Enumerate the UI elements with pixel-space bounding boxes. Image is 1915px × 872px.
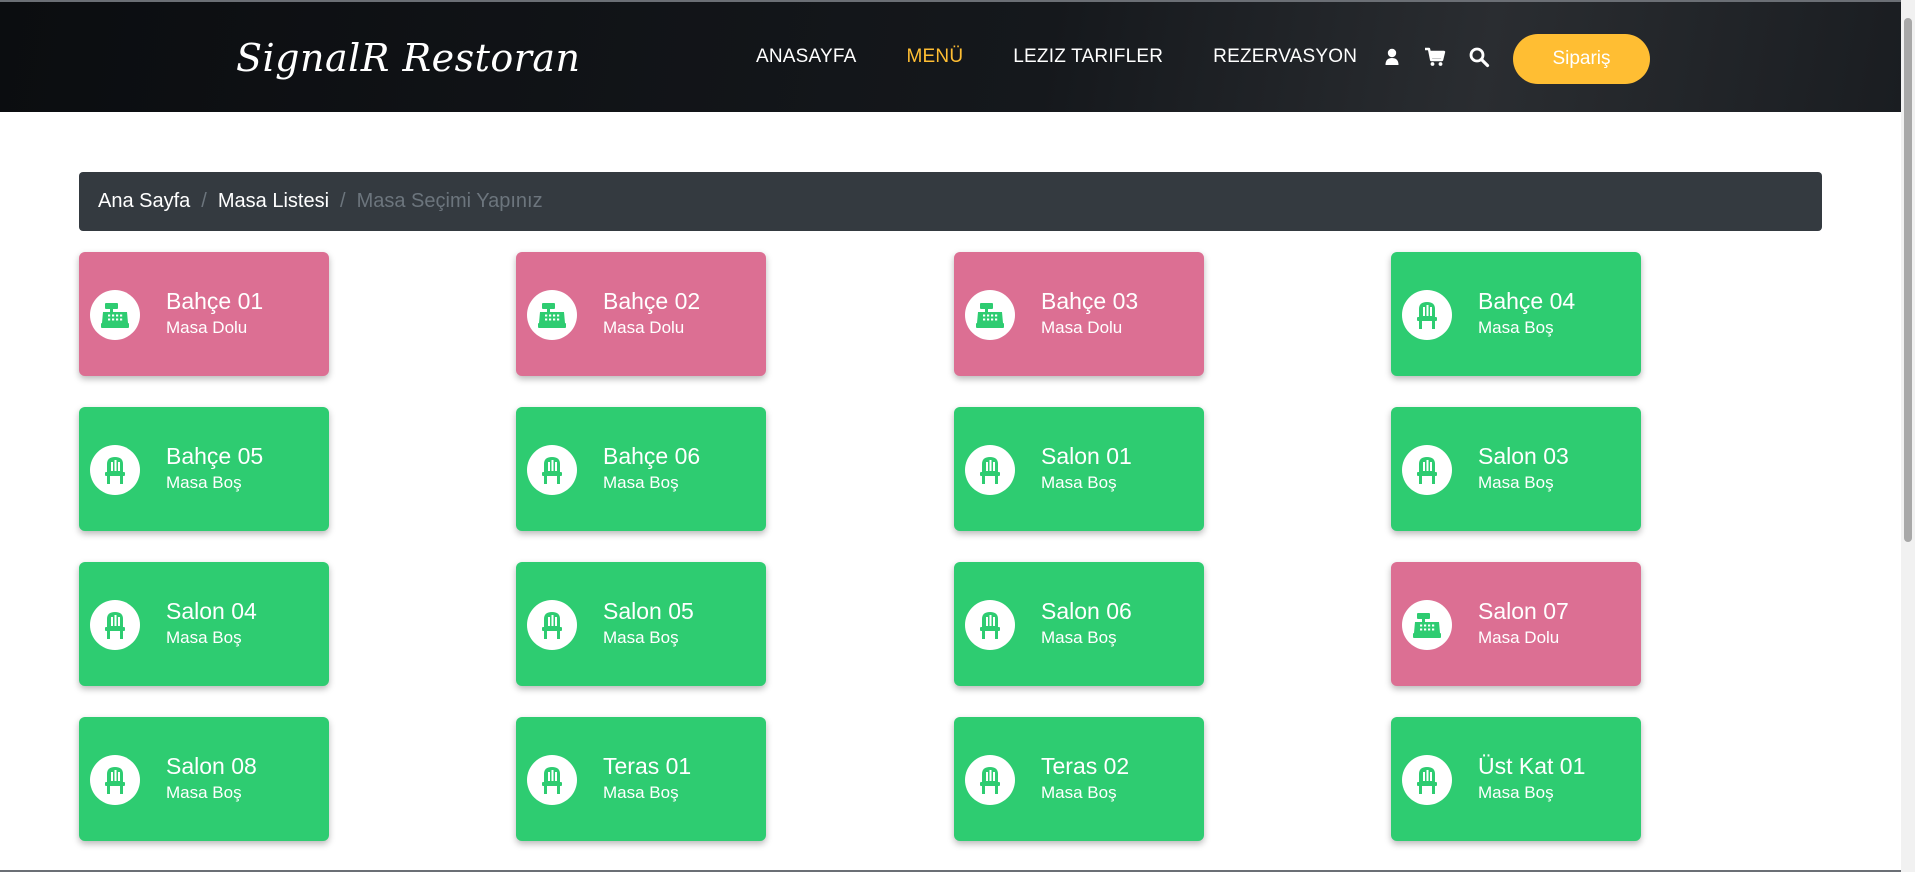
- table-status: Masa Boş: [603, 473, 679, 492]
- table-name: Salon 01: [1041, 443, 1132, 469]
- table-card[interactable]: Salon 07 Masa Dolu: [1391, 562, 1641, 686]
- breadcrumb-current: Masa Seçimi Yapınız: [356, 190, 543, 212]
- brand-logo[interactable]: SignalR Restoran: [236, 36, 581, 80]
- nav-link-rezervasyon[interactable]: REZERVASYON: [1213, 46, 1357, 68]
- table-name: Bahçe 01: [166, 288, 264, 314]
- table-name: Teras 02: [1041, 753, 1130, 779]
- table-name: Bahçe 05: [166, 443, 264, 469]
- table-name: Bahçe 02: [603, 288, 701, 314]
- table-name: Üst Kat 01: [1478, 753, 1586, 779]
- top-navbar: SignalR Restoran ANASAYFA MENÜ LEZIZ TAR…: [0, 0, 1901, 112]
- chair-icon: [965, 445, 1015, 495]
- table-status: Masa Dolu: [166, 318, 248, 337]
- search-icon[interactable]: [1468, 46, 1490, 68]
- table-name: Bahçe 03: [1041, 288, 1139, 314]
- chair-icon: [527, 445, 577, 495]
- table-status: Masa Boş: [603, 783, 679, 802]
- table-status: Masa Boş: [166, 628, 242, 647]
- cash-register-icon: [527, 290, 577, 340]
- table-card[interactable]: Bahçe 02 Masa Dolu: [516, 252, 766, 376]
- chair-icon: [90, 600, 140, 650]
- chair-icon: [965, 755, 1015, 805]
- nav-link-menu[interactable]: MENÜ: [907, 46, 964, 68]
- breadcrumb-separator: /: [201, 190, 207, 212]
- chair-icon: [527, 755, 577, 805]
- table-name: Teras 01: [603, 753, 692, 779]
- table-card[interactable]: Bahçe 01 Masa Dolu: [79, 252, 329, 376]
- user-icon[interactable]: [1381, 46, 1403, 68]
- chair-icon: [90, 755, 140, 805]
- table-card[interactable]: Salon 05 Masa Boş: [516, 562, 766, 686]
- breadcrumb-home[interactable]: Ana Sayfa: [98, 190, 190, 213]
- table-status: Masa Boş: [166, 783, 242, 802]
- table-status: Masa Boş: [1041, 473, 1117, 492]
- table-status: Masa Boş: [603, 628, 679, 647]
- chair-icon: [1402, 445, 1452, 495]
- table-card[interactable]: Salon 06 Masa Boş: [954, 562, 1204, 686]
- table-card[interactable]: Üst Kat 01 Masa Boş: [1391, 717, 1641, 841]
- table-name: Salon 08: [166, 753, 257, 779]
- table-status: Masa Boş: [1041, 628, 1117, 647]
- cart-icon[interactable]: [1424, 46, 1446, 68]
- table-card[interactable]: Bahçe 03 Masa Dolu: [954, 252, 1204, 376]
- table-name: Salon 04: [166, 598, 257, 624]
- chair-icon: [527, 600, 577, 650]
- breadcrumb-table-list[interactable]: Masa Listesi: [218, 190, 329, 213]
- chair-icon: [965, 600, 1015, 650]
- table-status: Masa Dolu: [1478, 628, 1560, 647]
- scrollbar-thumb[interactable]: [1904, 18, 1912, 542]
- table-status: Masa Boş: [1478, 473, 1554, 492]
- cash-register-icon: [1402, 600, 1452, 650]
- table-name: Salon 03: [1478, 443, 1569, 469]
- table-card[interactable]: Bahçe 04 Masa Boş: [1391, 252, 1641, 376]
- table-card[interactable]: Salon 01 Masa Boş: [954, 407, 1204, 531]
- table-name: Salon 06: [1041, 598, 1132, 624]
- chair-icon: [1402, 755, 1452, 805]
- table-status: Masa Boş: [1041, 783, 1117, 802]
- table-card[interactable]: Teras 01 Masa Boş: [516, 717, 766, 841]
- table-status: Masa Boş: [166, 473, 242, 492]
- table-status: Masa Dolu: [1041, 318, 1123, 337]
- table-status: Masa Boş: [1478, 783, 1554, 802]
- nav-link-leziz-tarifler[interactable]: LEZIZ TARIFLER: [1013, 46, 1163, 68]
- breadcrumb: Ana Sayfa / Masa Listesi / Masa Seçimi Y…: [79, 172, 1822, 231]
- table-status: Masa Dolu: [603, 318, 685, 337]
- chair-icon: [1402, 290, 1452, 340]
- table-status: Masa Boş: [1478, 318, 1554, 337]
- table-card[interactable]: Bahçe 06 Masa Boş: [516, 407, 766, 531]
- table-name: Bahçe 06: [603, 443, 701, 469]
- table-card[interactable]: Salon 04 Masa Boş: [79, 562, 329, 686]
- breadcrumb-separator: /: [340, 190, 346, 212]
- order-button[interactable]: Sipariş: [1513, 34, 1650, 84]
- table-card[interactable]: Bahçe 05 Masa Boş: [79, 407, 329, 531]
- table-name: Salon 07: [1478, 598, 1569, 624]
- table-card[interactable]: Salon 08 Masa Boş: [79, 717, 329, 841]
- chair-icon: [90, 445, 140, 495]
- table-card[interactable]: Teras 02 Masa Boş: [954, 717, 1204, 841]
- table-name: Bahçe 04: [1478, 288, 1576, 314]
- main-nav: ANASAYFA MENÜ LEZIZ TARIFLER REZERVASYON: [756, 46, 1407, 68]
- nav-link-anasayfa[interactable]: ANASAYFA: [756, 46, 857, 68]
- cash-register-icon: [90, 290, 140, 340]
- table-card[interactable]: Salon 03 Masa Boş: [1391, 407, 1641, 531]
- table-name: Salon 05: [603, 598, 694, 624]
- cash-register-icon: [965, 290, 1015, 340]
